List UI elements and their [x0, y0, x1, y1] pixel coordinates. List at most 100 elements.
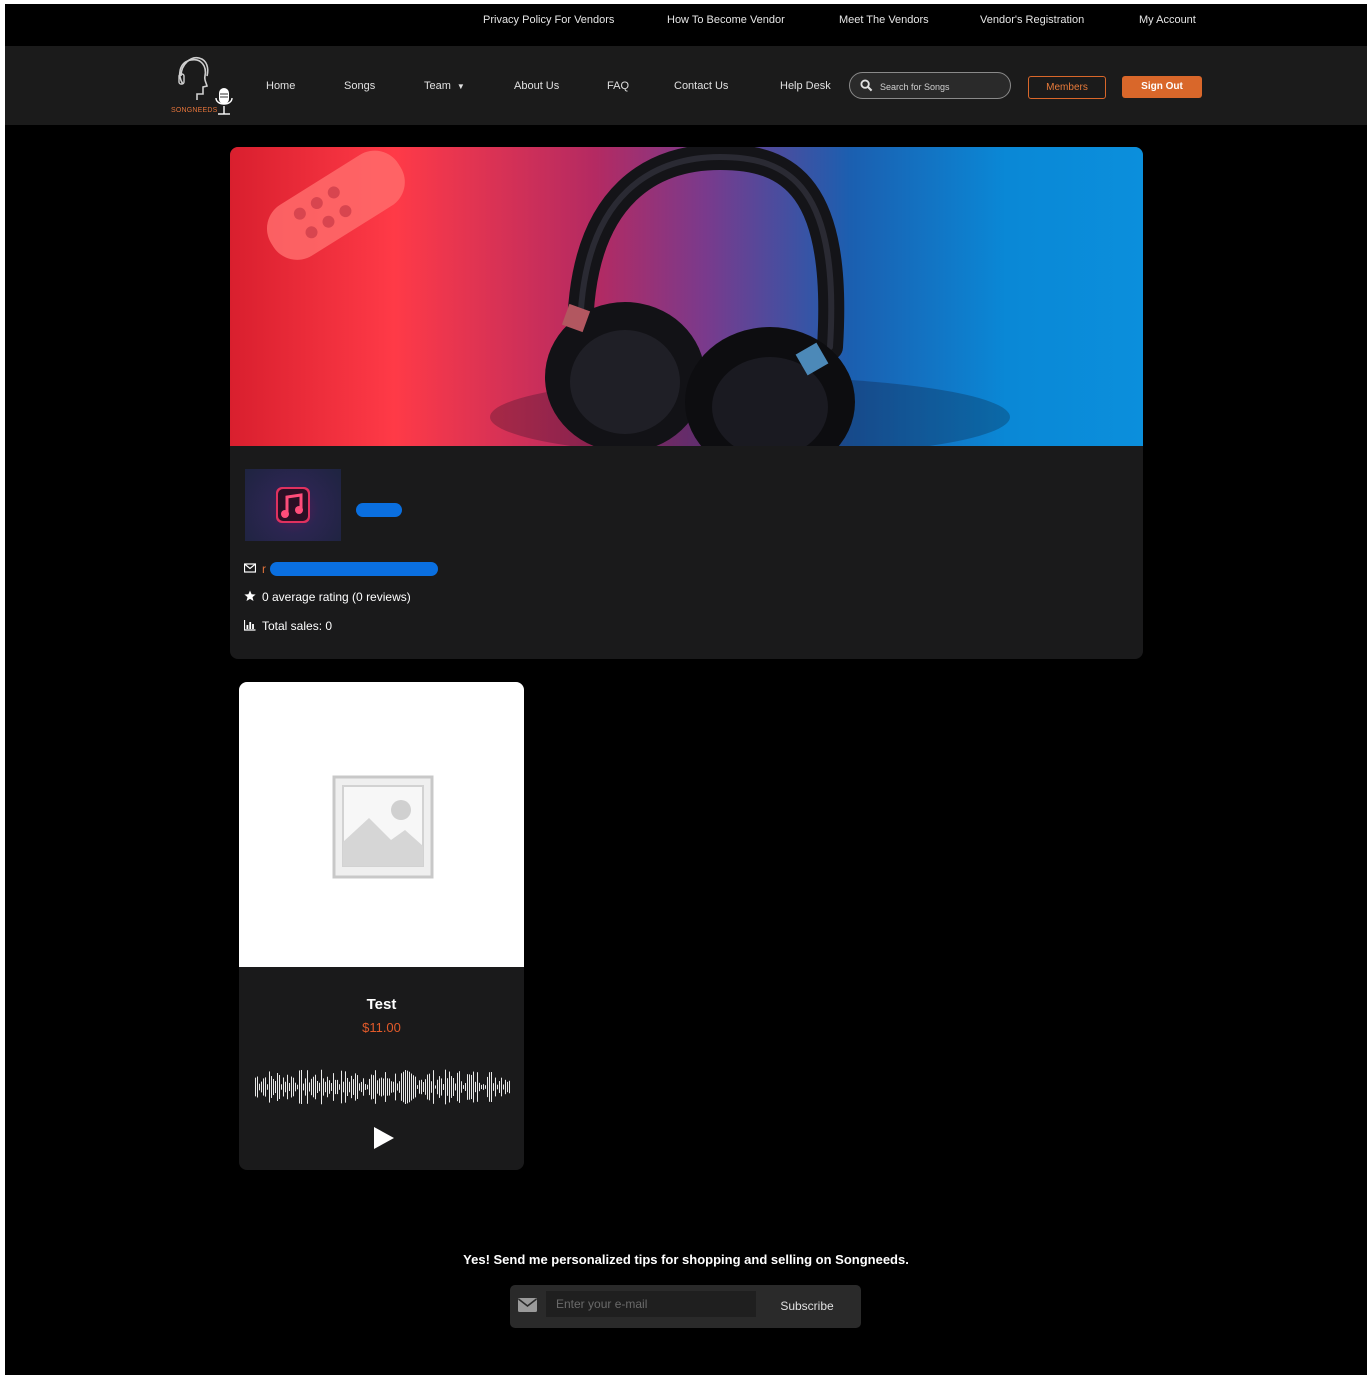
nav-team[interactable]: Team ▼ — [424, 80, 465, 92]
waveform-bar — [277, 1072, 278, 1102]
waveform-bar — [475, 1081, 476, 1093]
top-utility-bar: Privacy Policy For Vendors How To Become… — [5, 4, 1367, 46]
link-privacy-policy-vendors[interactable]: Privacy Policy For Vendors — [483, 14, 614, 26]
nav-songs[interactable]: Songs — [344, 80, 375, 92]
waveform-bar — [327, 1076, 328, 1098]
nav-contact-us[interactable]: Contact Us — [674, 80, 728, 92]
waveform-bar — [369, 1078, 370, 1096]
waveform-bar — [387, 1078, 388, 1096]
link-meet-the-vendors[interactable]: Meet The Vendors — [839, 14, 929, 26]
sign-out-button[interactable]: Sign Out — [1122, 76, 1202, 98]
waveform-bar — [467, 1074, 468, 1100]
waveform-bar — [267, 1084, 268, 1090]
nav-faq[interactable]: FAQ — [607, 80, 629, 92]
audio-waveform[interactable] — [255, 1068, 511, 1106]
waveform-bar — [337, 1079, 338, 1095]
waveform-bar — [391, 1081, 392, 1093]
waveform-bar — [477, 1072, 478, 1102]
waveform-bar — [395, 1073, 396, 1101]
store-avatar — [245, 469, 341, 541]
waveform-bar — [453, 1077, 454, 1097]
waveform-bar — [443, 1084, 444, 1090]
waveform-bar — [509, 1080, 510, 1094]
waveform-bar — [393, 1081, 394, 1093]
waveform-bar — [343, 1081, 344, 1093]
waveform-bar — [431, 1081, 432, 1093]
waveform-bar — [499, 1081, 500, 1093]
waveform-bar — [455, 1083, 456, 1091]
waveform-bar — [331, 1083, 332, 1091]
newsletter-email-input[interactable] — [546, 1291, 756, 1317]
waveform-bar — [413, 1075, 414, 1099]
link-vendors-registration[interactable]: Vendor's Registration — [980, 14, 1084, 26]
nav-about-us[interactable]: About Us — [514, 80, 559, 92]
waveform-bar — [459, 1071, 460, 1103]
store-email-text[interactable]: r — [262, 562, 266, 576]
waveform-bar — [259, 1083, 260, 1091]
waveform-bar — [445, 1069, 446, 1105]
waveform-bar — [471, 1074, 472, 1100]
waveform-bar — [323, 1078, 324, 1096]
site-logo[interactable]: SONGNEEDS — [169, 52, 237, 118]
link-my-account[interactable]: My Account — [1139, 14, 1196, 26]
redacted-store-name — [356, 503, 402, 517]
waveform-bar — [491, 1072, 492, 1102]
subscribe-button[interactable]: Subscribe — [762, 1291, 852, 1321]
product-thumbnail[interactable] — [239, 682, 524, 967]
logo-text: SONGNEEDS — [171, 107, 218, 114]
waveform-bar — [295, 1082, 296, 1092]
waveform-bar — [361, 1081, 362, 1093]
members-button[interactable]: Members — [1028, 76, 1106, 99]
image-placeholder-icon — [332, 775, 434, 879]
bar-chart-icon — [244, 620, 256, 631]
waveform-bar — [377, 1080, 378, 1094]
waveform-bar — [309, 1082, 310, 1092]
waveform-bar — [347, 1077, 348, 1097]
waveform-bar — [269, 1071, 270, 1103]
search-input[interactable] — [878, 77, 1007, 96]
waveform-bar — [451, 1076, 452, 1098]
waveform-bar — [365, 1084, 366, 1090]
nav-help-desk[interactable]: Help Desk — [780, 80, 831, 92]
waveform-bar — [301, 1069, 302, 1105]
waveform-bar — [303, 1083, 304, 1091]
waveform-bar — [481, 1084, 482, 1090]
play-icon[interactable] — [373, 1126, 395, 1150]
waveform-bar — [357, 1075, 358, 1099]
headphones-image — [266, 147, 1010, 477]
newsletter-text: Yes! Send me personalized tips for shopp… — [463, 1252, 909, 1267]
search-icon — [860, 79, 873, 92]
waveform-bar — [367, 1084, 368, 1090]
waveform-bar — [401, 1073, 402, 1101]
store-sales-row: Total sales: 0 — [244, 619, 332, 633]
star-icon — [244, 590, 256, 601]
waveform-bar — [423, 1082, 424, 1092]
waveform-bar — [335, 1079, 336, 1095]
product-title[interactable]: Test — [239, 996, 524, 1013]
waveform-bar — [333, 1073, 334, 1101]
waveform-bar — [389, 1078, 390, 1096]
waveform-bar — [417, 1085, 418, 1089]
store-email-row: r — [244, 562, 266, 576]
link-how-to-become-vendor[interactable]: How To Become Vendor — [667, 14, 785, 26]
waveform-bar — [381, 1077, 382, 1097]
nav-home[interactable]: Home — [266, 80, 295, 92]
waveform-bar — [311, 1078, 312, 1096]
main-navbar: SONGNEEDS Home Songs Team ▼ About Us FAQ … — [5, 46, 1367, 125]
store-rating-row: 0 average rating (0 reviews) — [244, 590, 411, 604]
waveform-bar — [407, 1070, 408, 1104]
waveform-bar — [283, 1077, 284, 1097]
waveform-bar — [489, 1072, 490, 1102]
page: Privacy Policy For Vendors How To Become… — [5, 4, 1367, 1375]
search-box[interactable] — [849, 72, 1011, 99]
waveform-bar — [281, 1084, 282, 1090]
waveform-bar — [447, 1078, 448, 1096]
waveform-bar — [261, 1081, 262, 1093]
waveform-bar — [293, 1077, 294, 1097]
redacted-email — [270, 562, 438, 576]
waveform-bar — [321, 1069, 322, 1105]
waveform-bar — [305, 1078, 306, 1096]
waveform-bar — [275, 1080, 276, 1094]
product-card[interactable]: Test $11.00 — [239, 682, 524, 1170]
waveform-bar — [307, 1070, 308, 1104]
